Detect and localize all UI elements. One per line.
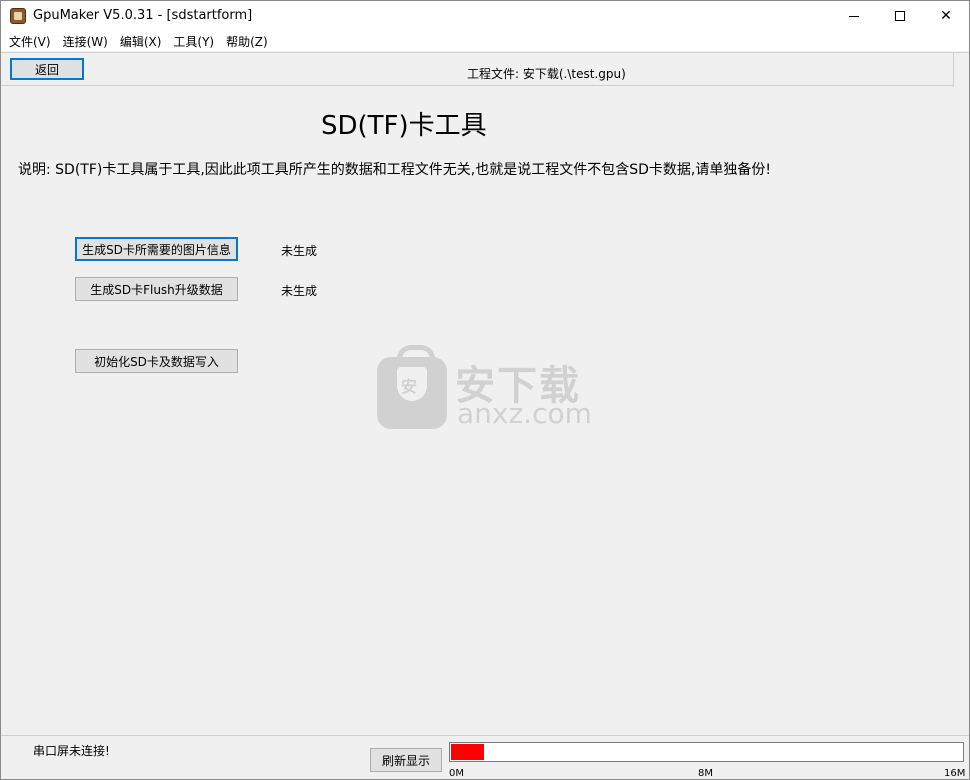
maximize-icon <box>895 11 905 21</box>
app-icon[interactable] <box>10 8 26 24</box>
generate-flush-data-button[interactable]: 生成SD卡Flush升级数据 <box>75 277 238 301</box>
flush-data-status: 未生成 <box>281 284 318 298</box>
app-window: GpuMaker V5.0.31 - [sdstartform] ✕ 文件(V)… <box>0 0 970 780</box>
image-info-status: 未生成 <box>281 244 318 258</box>
watermark: 安 安下载 anxz.com <box>377 345 607 430</box>
minimize-icon <box>849 15 859 17</box>
menu-bar: 文件(V) 连接(W) 编辑(X) 工具(Y) 帮助(Z) <box>1 31 969 51</box>
menu-connect[interactable]: 连接(W) <box>57 33 114 50</box>
progress-tick-2: 16M <box>944 768 966 779</box>
main-panel: SD(TF)卡工具 说明: SD(TF)卡工具属于工具,因此此项工具所产生的数据… <box>1 87 969 735</box>
close-icon: ✕ <box>940 8 952 24</box>
refresh-button[interactable]: 刷新显示 <box>370 748 442 772</box>
toolbar: 返回 工程文件: 安下载(.\test.gpu) <box>1 52 969 87</box>
close-button[interactable]: ✕ <box>923 1 969 31</box>
generate-image-info-button[interactable]: 生成SD卡所需要的图片信息 <box>75 237 238 261</box>
window-title: GpuMaker V5.0.31 - [sdstartform] <box>33 8 253 23</box>
watermark-en: anxz.com <box>457 397 592 430</box>
project-file-label: 工程文件: 安下载(.\test.gpu) <box>467 67 626 81</box>
description-text: 说明: SD(TF)卡工具属于工具,因此此项工具所产生的数据和工程文件无关,也就… <box>18 162 771 178</box>
progress-tick-1: 8M <box>698 768 713 779</box>
memory-progress-bar <box>449 742 964 762</box>
serial-status: 串口屏未连接! <box>33 744 110 758</box>
page-title: SD(TF)卡工具 <box>321 111 487 141</box>
maximize-button[interactable] <box>877 1 923 31</box>
menu-help[interactable]: 帮助(Z) <box>220 33 274 50</box>
progress-fill <box>451 744 484 760</box>
progress-tick-0: 0M <box>449 768 464 779</box>
vertical-scrollbar[interactable] <box>953 53 969 87</box>
init-sd-write-button[interactable]: 初始化SD卡及数据写入 <box>75 349 238 373</box>
menu-edit[interactable]: 编辑(X) <box>114 33 168 50</box>
back-button[interactable]: 返回 <box>10 58 84 80</box>
menu-tools[interactable]: 工具(Y) <box>167 33 220 50</box>
minimize-button[interactable] <box>831 1 877 31</box>
status-bar: 串口屏未连接! 刷新显示 0M 8M 16M <box>1 735 969 779</box>
watermark-shield-text: 安 <box>401 377 418 396</box>
title-bar: GpuMaker V5.0.31 - [sdstartform] ✕ <box>1 1 969 31</box>
menu-file[interactable]: 文件(V) <box>3 33 57 50</box>
